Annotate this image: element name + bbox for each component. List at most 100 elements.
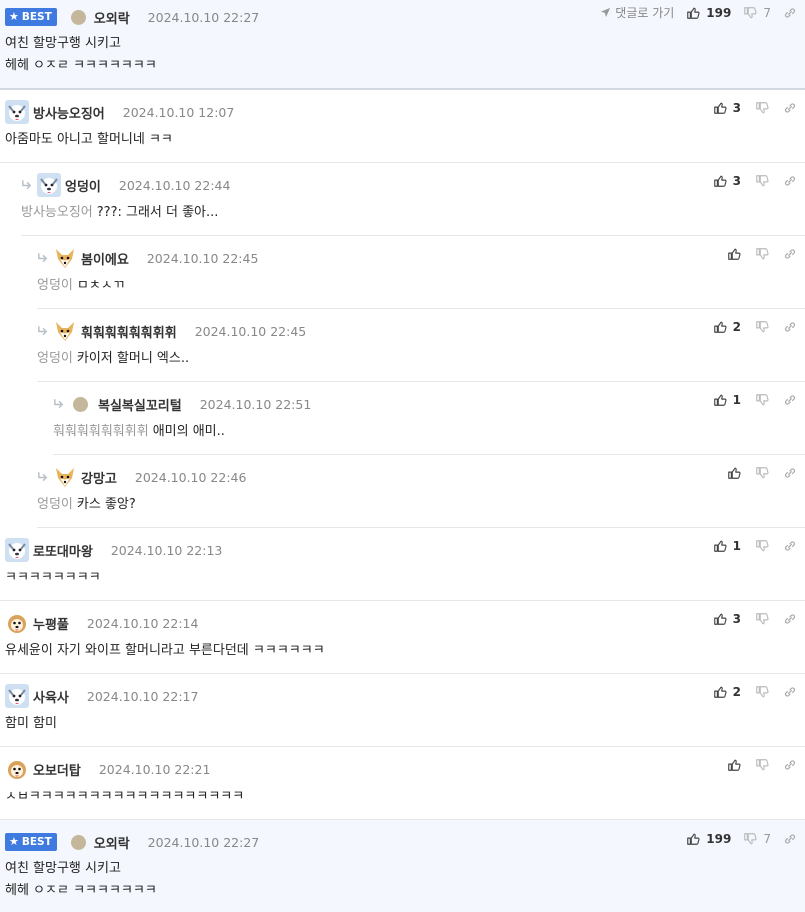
dislike-button[interactable] [755,174,769,188]
dislike-button[interactable] [755,612,769,626]
nickname[interactable]: 로또대마왕 [33,541,93,560]
avatar[interactable] [5,684,29,708]
avatar[interactable] [73,396,88,412]
avatar[interactable] [5,611,29,635]
reply-arrow-icon [37,252,50,265]
nickname[interactable]: 오보더탑 [33,760,81,779]
comment-header: 엉덩이 2024.10.10 22:44 [21,174,797,196]
comment-text: 함미 함미 [5,716,57,731]
comment-actions: 3 [713,101,797,115]
avatar[interactable] [53,246,77,270]
mention-nickname[interactable]: 훠훠훠훠훠훠휘휘 [53,424,149,439]
comment-header: 오보더탑 2024.10.10 22:21 [5,758,797,780]
nickname[interactable]: 강망고 [81,468,117,487]
timestamp: 2024.10.10 22:45 [146,250,259,266]
thumbs-down-icon [755,174,769,188]
reply-comment: 엉덩이 2024.10.10 22:44 3 방사능오징어???: 그래서 더 좋아.… [0,163,805,236]
link-icon [783,685,797,699]
like-button[interactable] [727,247,741,261]
link-button[interactable] [783,247,797,261]
thumbs-down-icon [755,393,769,407]
thumbs-up-icon [686,6,700,20]
nickname[interactable]: 오외락 [94,833,130,852]
avatar[interactable] [70,834,86,850]
comment-header: 누평풀 2024.10.10 22:14 [5,612,797,634]
link-button[interactable] [783,174,797,188]
like-button[interactable]: 1 [713,393,741,407]
nickname[interactable]: 복실복실꼬리털 [98,395,182,414]
dislike-button[interactable] [755,247,769,261]
comment-actions: 3 [713,612,797,626]
link-button[interactable] [783,6,797,20]
dislike-button[interactable] [755,101,769,115]
dislike-button[interactable] [755,685,769,699]
dislike-button[interactable]: 7 [743,832,771,846]
link-icon [783,539,797,553]
avatar[interactable] [70,9,86,25]
avatar[interactable] [37,173,61,197]
nickname[interactable]: 누평풀 [33,614,69,633]
avatar[interactable] [5,100,29,124]
like-button[interactable] [727,466,741,480]
like-count: 2 [732,685,741,699]
avatar[interactable] [53,319,77,343]
like-button[interactable]: 3 [713,174,741,188]
dislike-button[interactable] [755,466,769,480]
link-button[interactable] [783,320,797,334]
comment: 오보더탑 2024.10.10 22:21 ㅅㅂㅋㅋㅋㅋㅋㅋㅋㅋㅋㅋㅋㅋㅋㅋㅋㅋㅋㅋ [0,747,805,820]
mention-nickname[interactable]: 방사능오징어 [21,205,93,220]
nickname[interactable]: 오외락 [94,8,130,27]
link-button[interactable] [783,612,797,626]
like-button[interactable]: 199 [686,832,731,846]
dislike-button[interactable] [755,539,769,553]
avatar[interactable] [5,757,29,781]
thumbs-down-icon [755,247,769,261]
comment-header: 훠훠훠훠훠훠휘휘 2024.10.10 22:45 [37,320,797,342]
link-icon [783,174,797,188]
thumbs-down-icon [755,539,769,553]
link-button[interactable] [783,539,797,553]
comment-actions: 1 [713,539,797,553]
nickname[interactable]: 사육사 [33,687,69,706]
like-button[interactable]: 3 [713,612,741,626]
link-button[interactable] [783,466,797,480]
dislike-button[interactable] [755,393,769,407]
dislike-button[interactable] [755,320,769,334]
thumbs-down-icon [743,832,757,846]
goto-comment-link[interactable]: 댓글로 가기 [600,4,674,21]
timestamp: 2024.10.10 22:27 [147,834,260,850]
mention-nickname[interactable]: 엉덩이 [37,497,73,512]
like-button[interactable]: 1 [713,539,741,553]
dislike-button[interactable]: 7 [743,6,771,20]
link-button[interactable] [783,832,797,846]
avatar[interactable] [53,465,77,489]
avatar[interactable] [5,538,29,562]
nickname[interactable]: 봄이에요 [81,249,129,268]
comment-actions [727,466,797,480]
like-button[interactable]: 3 [713,101,741,115]
nickname[interactable]: 훠훠훠훠훠훠휘휘 [81,322,177,341]
mention-nickname[interactable]: 엉덩이 [37,278,73,293]
like-button[interactable]: 2 [713,320,741,334]
link-button[interactable] [783,393,797,407]
timestamp: 2024.10.10 22:17 [86,688,199,704]
link-button[interactable] [783,685,797,699]
like-button[interactable]: 199 [686,6,731,20]
like-button[interactable]: 2 [713,685,741,699]
comment: 방사능오징어 2024.10.10 12:07 3 아줌마도 아니고 할머니네 ㅋㅋ [0,90,805,163]
comment-line: 헤헤 ㅇㅈㄹ ㅋㅋㅋㅋㅋㅋㅋ [5,883,157,898]
nickname[interactable]: 엉덩이 [65,176,101,195]
dislike-button[interactable] [755,758,769,772]
comment-actions: 댓글로 가기 199 7 [600,4,797,21]
nickname[interactable]: 방사능오징어 [33,103,105,122]
thumbs-up-icon [727,758,741,772]
reply-arrow-icon [53,398,66,411]
link-button[interactable] [783,758,797,772]
link-button[interactable] [783,101,797,115]
timestamp: 2024.10.10 22:14 [86,615,199,631]
reply-arrow-icon [37,471,50,484]
comment-text: 카이저 할머니 엑스.. [76,351,190,366]
like-button[interactable] [727,758,741,772]
thumbs-up-icon [713,393,727,407]
mention-nickname[interactable]: 엉덩이 [37,351,73,366]
